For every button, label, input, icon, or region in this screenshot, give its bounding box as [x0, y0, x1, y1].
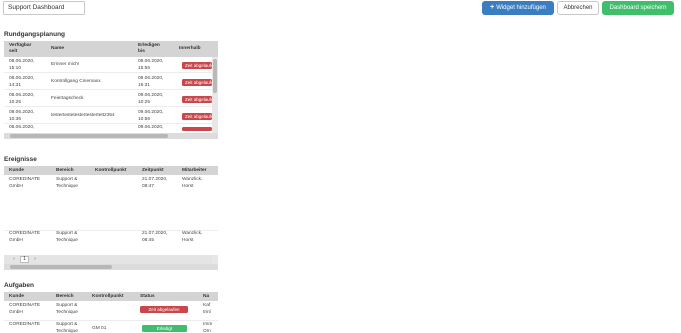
page-1-button[interactable]: 1	[20, 256, 29, 263]
bereich-cell: Support & Technique	[56, 177, 78, 189]
rundgang-widget-title: Rundgangsplanung	[4, 31, 66, 38]
column-header: Erledigen bis	[138, 43, 160, 54]
plus-icon: +	[490, 4, 495, 11]
ereignisse-table-header: Kunde Bereich Kontrollpunkt Zeitpunkt Mi…	[4, 166, 218, 175]
aufgaben-widget-title: Aufgaben	[4, 282, 34, 289]
table-row[interactable]: COREDINATE GmbH Support & Technique 21.0…	[4, 231, 218, 255]
na-cell: Kaf trinl	[203, 303, 211, 315]
pagination: ‹ 1 ›	[4, 255, 218, 264]
name-cell: Erinner mich!	[51, 62, 80, 67]
scroll-thumb[interactable]	[213, 59, 217, 93]
column-header: Zeitpunkt	[142, 168, 164, 173]
horizontal-scrollbar[interactable]	[4, 133, 218, 139]
scroll-thumb[interactable]	[10, 265, 112, 269]
add-widget-label: Widget hinzufügen	[496, 5, 546, 11]
name-cell: Kontrollgang Cinemaxx	[51, 79, 101, 84]
zeitpunkt-cell: 21.07.2020, 08:45	[142, 231, 168, 243]
column-header: Bereich	[56, 294, 74, 299]
dashboard-name-input[interactable]: Support Dashboard	[3, 1, 85, 15]
rundgang-widget: Verfügbar seit Name Erledigen bis Innerh…	[4, 41, 218, 147]
status-badge: Zeit abgelaufen	[182, 79, 212, 86]
since-cell: 08.06.2020, 14:31	[9, 76, 35, 88]
table-row[interactable]: 08.06.2020, 14:31 Kontrollgang Cinemaxx …	[4, 74, 218, 90]
column-header: Kunde	[9, 294, 24, 299]
scroll-thumb[interactable]	[10, 134, 168, 138]
column-header: Name	[51, 46, 65, 51]
ereignisse-widget: Kunde Bereich Kontrollpunkt Zeitpunkt Mi…	[4, 166, 218, 272]
column-header: Innerhalb	[179, 46, 201, 51]
kunde-cell: COREDINATE GmbH	[9, 177, 41, 189]
column-header: Kontrollpunkt	[95, 168, 127, 173]
table-row[interactable]: 08.06.2020, 10:25 Feiertagscheck 09.06.2…	[4, 91, 218, 107]
add-widget-button[interactable]: + Widget hinzufügen	[482, 1, 554, 15]
until-cell: 09.06.2020, 10:25	[138, 93, 164, 105]
since-cell: 08.06.2020, 15:10	[9, 59, 35, 71]
mitarbeiter-cell: Wanzlick, Horst	[182, 231, 203, 243]
kontrollpunkt-cell: GM 01	[92, 326, 107, 331]
until-cell: 08.06.2020, 16:31	[138, 76, 164, 88]
rundgang-table-header: Verfügbar seit Name Erledigen bis Innerh…	[4, 41, 218, 57]
horizontal-scrollbar[interactable]	[4, 264, 218, 270]
status-badge	[182, 127, 212, 131]
aufgaben-table-header: Kunde Bereich Kontrollpunkt Status Na	[4, 292, 218, 301]
table-row[interactable]: 08.06.2020, 10:36 testertestetesterteste…	[4, 108, 218, 124]
na-cell: Imm Om	[203, 322, 213, 333]
mitarbeiter-cell: Wanzlick, Horst	[182, 177, 203, 189]
table-row[interactable]: COREDINATE GmbH Support & Technique 21.0…	[4, 175, 218, 231]
since-cell: 08.06.2020, 10:25	[9, 93, 35, 105]
status-badge: Zeit abgelaufen	[182, 113, 212, 120]
status-badge: Zeit abgelaufen	[182, 96, 212, 103]
status-badge: Erledigt	[142, 325, 187, 332]
name-cell: testertestetestertestertett2354	[51, 113, 115, 118]
column-header: Verfügbar seit	[9, 43, 32, 54]
kunde-cell: COREDINATE	[9, 322, 41, 327]
status-badge: Zeit abgelaufen	[182, 62, 212, 69]
table-row[interactable]: 08.06.2020, 09.06.2020,	[4, 125, 218, 133]
table-row[interactable]: COREDINATE Support & Technique GM 01 Erl…	[4, 321, 218, 333]
bereich-cell: Support & Technique	[56, 303, 78, 315]
until-cell: 09.06.2020,	[138, 125, 164, 130]
until-cell: 09.06.2020, 10:56	[138, 110, 164, 122]
save-dashboard-button[interactable]: Dashboard speichern	[602, 1, 674, 15]
zeitpunkt-cell: 21.07.2020, 08:47	[142, 177, 168, 189]
ereignisse-widget-title: Ereignisse	[4, 156, 37, 163]
column-header: Na	[203, 294, 210, 299]
name-cell: Feiertagscheck	[51, 96, 84, 101]
column-header: Kunde	[9, 168, 24, 173]
column-header: Bereich	[56, 168, 74, 173]
next-page-button[interactable]: ›	[31, 256, 39, 263]
table-row[interactable]: 08.06.2020, 15:10 Erinner mich! 08.06.20…	[4, 57, 218, 73]
column-header: Status	[140, 294, 155, 299]
column-header: Mitarbeiter	[182, 168, 207, 173]
bereich-cell: Support & Technique	[56, 322, 78, 333]
column-header: Kontrollpunkt	[92, 294, 124, 299]
until-cell: 08.06.2020, 15:55	[138, 59, 164, 71]
prev-page-button[interactable]: ‹	[10, 256, 18, 263]
vertical-scrollbar[interactable]	[212, 255, 218, 264]
kunde-cell: COREDINATE GmbH	[9, 303, 41, 315]
status-badge: Zeit abgelaufen	[140, 306, 188, 313]
bereich-cell: Support & Technique	[56, 231, 78, 243]
table-row[interactable]: COREDINATE GmbH Support & Technique Zeit…	[4, 301, 218, 321]
aufgaben-widget: Kunde Bereich Kontrollpunkt Status Na CO…	[4, 292, 218, 333]
since-cell: 08.06.2020, 10:36	[9, 110, 35, 122]
since-cell: 08.06.2020,	[9, 125, 35, 130]
vertical-scrollbar[interactable]	[212, 57, 218, 133]
cancel-button[interactable]: Abbrechen	[557, 1, 599, 15]
kunde-cell: COREDINATE GmbH	[9, 231, 41, 243]
